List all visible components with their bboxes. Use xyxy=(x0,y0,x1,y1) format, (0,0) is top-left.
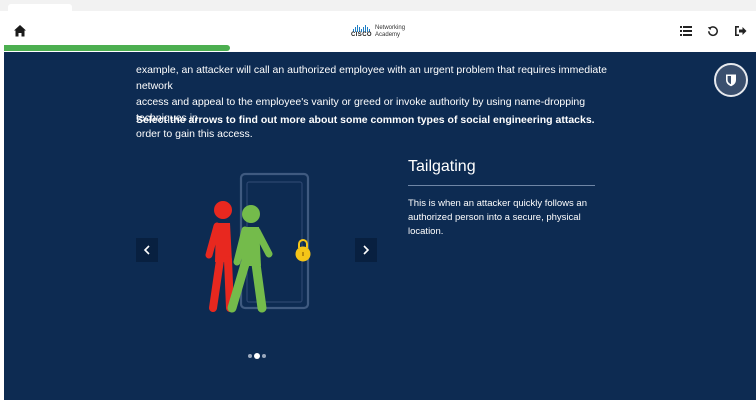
intro-line-clipped xyxy=(136,52,139,60)
browser-tab[interactable] xyxy=(8,4,72,11)
accessibility-shield-button[interactable] xyxy=(714,63,748,97)
tailgating-illustration xyxy=(205,172,311,313)
home-button[interactable] xyxy=(12,23,28,39)
reset-button[interactable] xyxy=(704,22,722,40)
cisco-networking-academy-logo: CISCO Networking Academy xyxy=(351,21,405,43)
shield-icon xyxy=(726,74,736,87)
menu-list-icon xyxy=(680,26,692,36)
attacker-figure xyxy=(205,201,234,312)
logo-brand: CISCO xyxy=(351,32,373,38)
reset-icon xyxy=(707,26,718,37)
browser-top-strip xyxy=(0,0,756,11)
carousel-pagination xyxy=(248,353,266,359)
exit-button[interactable] xyxy=(731,22,749,40)
slide-title: Tailgating xyxy=(408,158,476,175)
slide-description: This is when an attacker quickly follows… xyxy=(408,198,587,237)
chevron-right-icon xyxy=(363,245,370,255)
content-area: example, an attacker will call an author… xyxy=(4,52,756,400)
intro-paragraph: example, an attacker will call an author… xyxy=(136,52,636,142)
title-divider xyxy=(408,185,595,186)
instruction-text: Select the arrows to find out more about… xyxy=(136,114,595,126)
course-progress-bar xyxy=(4,45,230,51)
carousel-dot-2[interactable] xyxy=(254,353,260,359)
cisco-bars-icon xyxy=(353,25,370,32)
previous-slide-button[interactable] xyxy=(136,238,158,262)
intro-line-1: example, an attacker will call an author… xyxy=(136,64,607,92)
logo-line-2: Academy xyxy=(375,32,401,38)
employee-figure xyxy=(227,205,273,313)
home-icon xyxy=(14,25,26,37)
exit-icon xyxy=(734,26,746,36)
chevron-left-icon xyxy=(143,245,150,255)
intro-line-3: order to gain this access. xyxy=(136,128,253,140)
carousel-dot-1[interactable] xyxy=(248,354,252,358)
carousel-dot-3[interactable] xyxy=(262,354,266,358)
logo-line-1: Networking xyxy=(375,25,406,31)
menu-button[interactable] xyxy=(677,22,695,40)
next-slide-button[interactable] xyxy=(355,238,377,262)
